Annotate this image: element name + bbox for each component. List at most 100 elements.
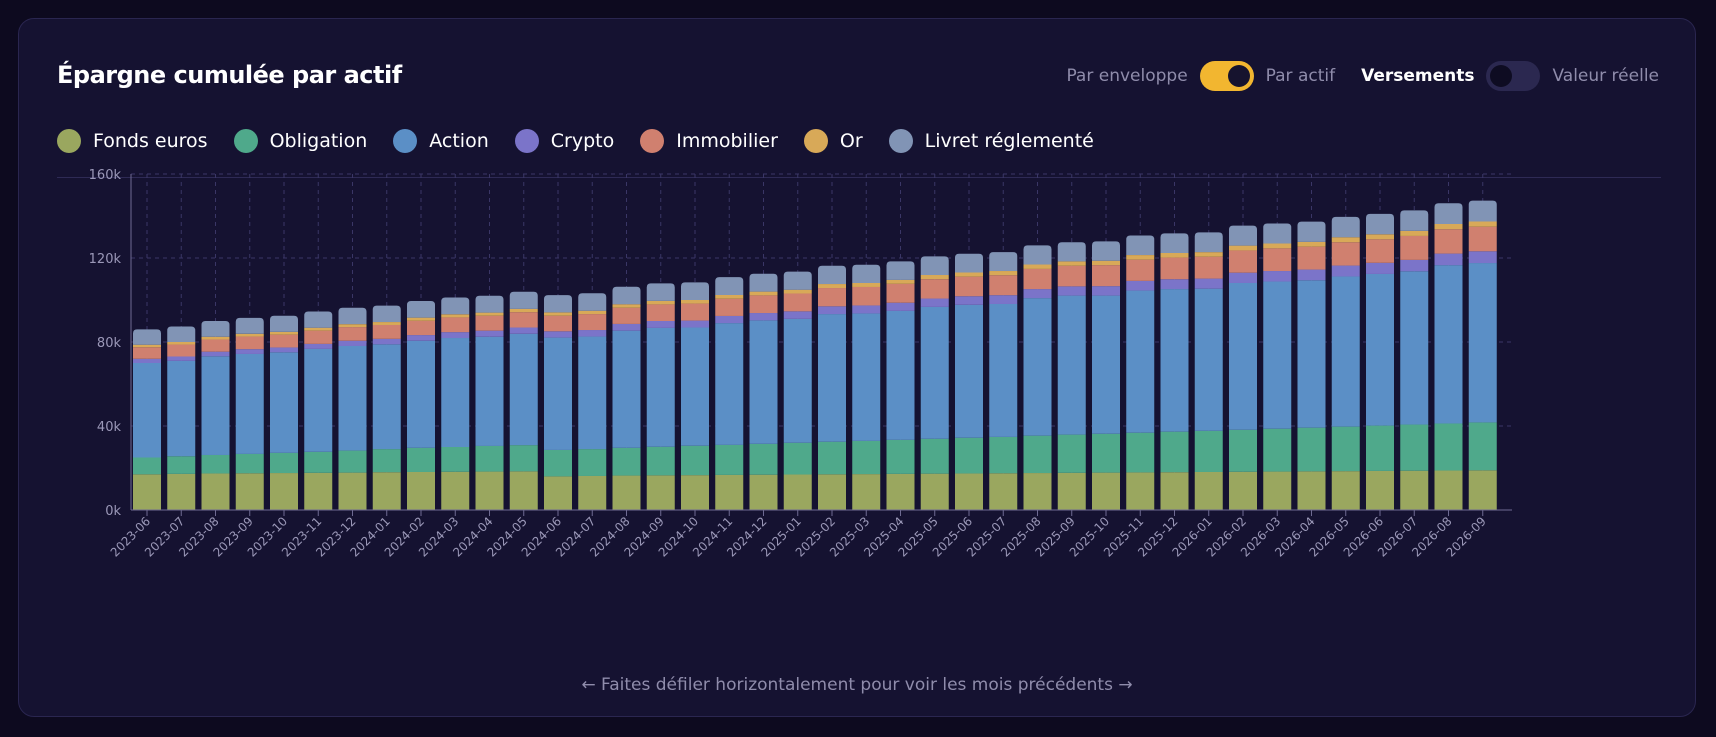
bar-segment (920, 298, 949, 307)
bar-segment (1057, 261, 1086, 266)
bar-segment (201, 356, 230, 455)
bar-segment (509, 291, 538, 309)
bar-segment (441, 314, 470, 318)
bar-segment (783, 311, 812, 319)
bar-segment (1331, 426, 1360, 472)
bar-segment (578, 336, 607, 450)
bar-segment (475, 295, 504, 313)
bar-segment (989, 252, 1018, 272)
bar-segment (578, 449, 607, 476)
bar-segment (920, 473, 949, 510)
y-tick-label: 0k (105, 504, 121, 519)
bar-segment (1434, 223, 1463, 230)
bar-segment (133, 344, 161, 348)
bar-segment (715, 298, 744, 316)
bar-segment (304, 343, 333, 349)
bar-segment (1400, 424, 1429, 471)
bar-segment (407, 335, 435, 341)
bar-segment (989, 271, 1018, 276)
bar-segment (578, 475, 607, 510)
bar-segment (1229, 245, 1257, 251)
bar-segment (749, 320, 778, 444)
bar-segment (1126, 472, 1155, 510)
bar-segment (852, 440, 881, 475)
bar-segment (338, 345, 367, 451)
bar-segment (441, 317, 470, 333)
bar-segment (749, 295, 778, 314)
bar-segment (886, 473, 915, 510)
bar-segment (783, 474, 812, 510)
bar-segment (681, 475, 709, 510)
bar-segment (441, 338, 470, 447)
bar-segment (612, 304, 641, 308)
bar-segment (1023, 268, 1052, 290)
bar-segment (1057, 265, 1086, 287)
bar-segment (304, 472, 333, 510)
bar-segment (372, 324, 401, 339)
bar-segment (612, 447, 641, 476)
bar-segment (1400, 235, 1429, 260)
bar-segment (1263, 281, 1292, 429)
bar-segment (1092, 472, 1120, 510)
bar-segment (1366, 470, 1394, 510)
bar-segment (920, 279, 949, 299)
bar-segment (167, 344, 196, 357)
bar-segment (407, 301, 435, 318)
bar-segment (715, 277, 744, 295)
bar-segment (407, 317, 435, 321)
bar-segment (441, 297, 470, 315)
bar-segment (1126, 235, 1155, 256)
bar-segment (509, 327, 538, 334)
bar-segment (201, 473, 230, 510)
bar-segment (1126, 432, 1155, 473)
bar-segment (201, 321, 230, 337)
bar-segment (646, 475, 675, 510)
bar-segment (646, 300, 675, 305)
bar-segment (407, 340, 435, 448)
bar-segment (886, 439, 915, 474)
bar-segment (783, 271, 812, 290)
bar-segment (167, 456, 196, 474)
bar-segment (1297, 241, 1326, 247)
bar-segment-partial (99, 359, 127, 363)
y-tick-label: 40k (97, 420, 122, 435)
bar-segment (407, 447, 435, 472)
bar-segment (955, 276, 983, 297)
bar-segment (1023, 245, 1052, 265)
bar-segment (681, 303, 709, 321)
bar-segment (1434, 470, 1463, 510)
bar-segment (578, 314, 607, 331)
bar-segment (133, 329, 161, 345)
bar-segment (372, 322, 401, 325)
bar-segment (235, 473, 264, 510)
bar-segment (201, 339, 230, 352)
bar-segment (372, 449, 401, 473)
bar-segment (201, 336, 230, 340)
bar-segment (715, 323, 744, 445)
bar-segment (749, 291, 778, 296)
bar-segment (989, 473, 1018, 510)
bar-segment (1468, 226, 1497, 252)
bar-segment (1126, 259, 1155, 281)
bar-segment (1434, 265, 1463, 424)
bar-segment (509, 445, 538, 472)
bar-segment (1297, 427, 1326, 472)
bar-segment (338, 340, 367, 346)
bar-segment (1229, 225, 1257, 246)
bar-segment (509, 308, 538, 313)
bar-segment (475, 336, 504, 446)
bar-segment (1297, 471, 1326, 510)
bar-segment (372, 344, 401, 450)
bar-segment (133, 347, 161, 359)
bar-segment (920, 306, 949, 439)
bar-segment (818, 474, 846, 510)
bar-segment (886, 279, 915, 284)
bar-segment (646, 304, 675, 321)
bar-segment (1400, 271, 1429, 425)
bar-segment (749, 313, 778, 321)
bar-segment (1023, 289, 1052, 299)
bar-segment (715, 474, 744, 510)
stacked-bar-chart[interactable]: 0k40k80k120k160k2023-062023-072023-08202… (19, 19, 1697, 718)
bar-segment (1092, 433, 1120, 473)
bar-segment (1297, 221, 1326, 242)
